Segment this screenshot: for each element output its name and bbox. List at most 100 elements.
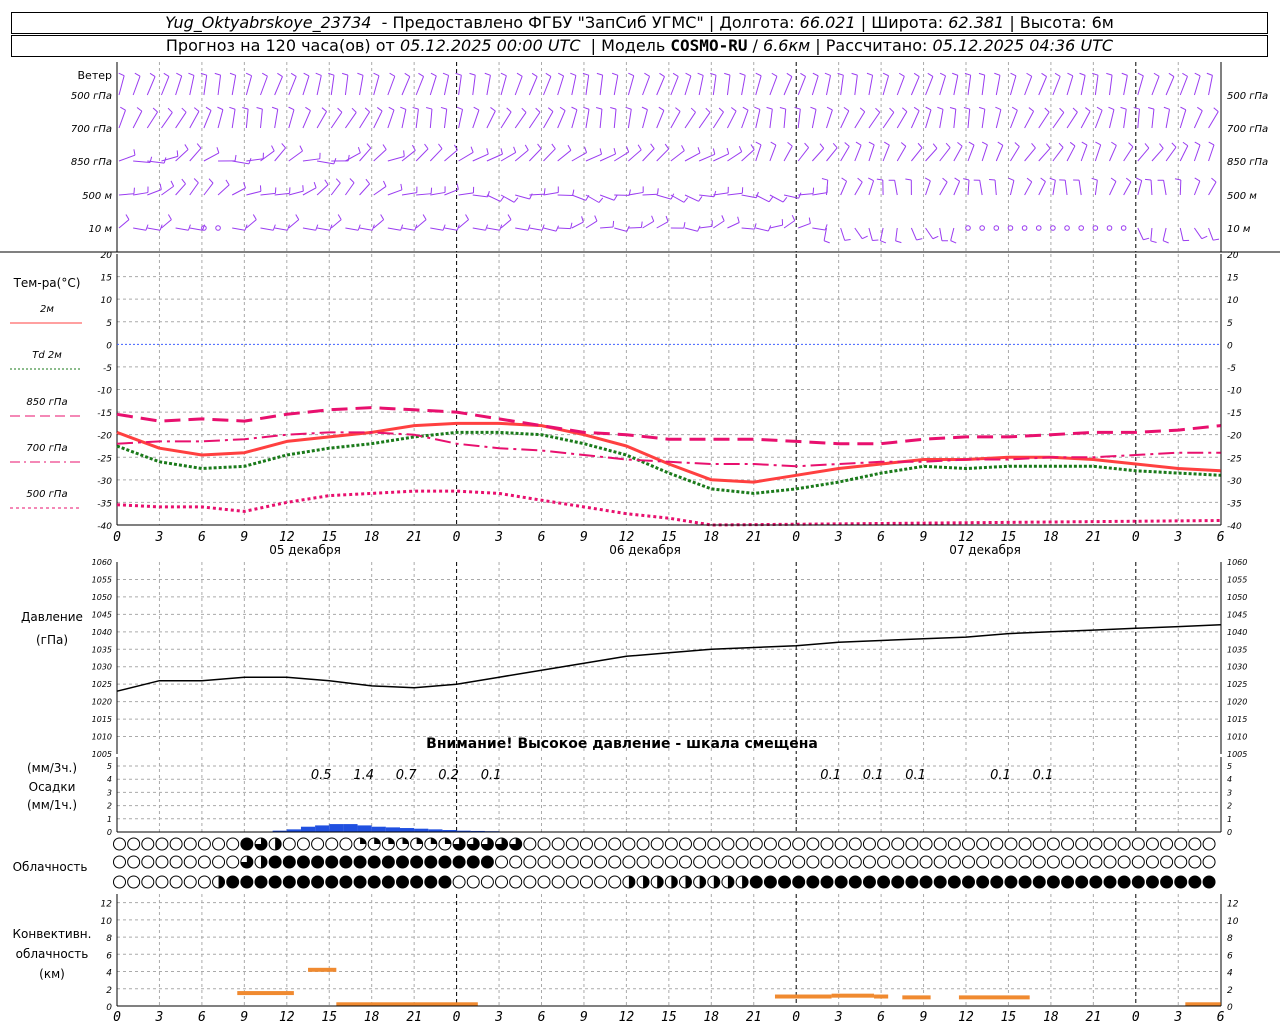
wind-barb-feather bbox=[644, 72, 650, 77]
wind-barb bbox=[429, 75, 437, 96]
date-label: 07 декабря bbox=[949, 543, 1021, 557]
wind-barb bbox=[133, 192, 149, 196]
wind-barb bbox=[359, 75, 364, 96]
wind-barb-feather bbox=[1031, 143, 1036, 149]
calm-wind-marker bbox=[993, 225, 1000, 231]
wind-barb-feather bbox=[205, 106, 212, 111]
wind-barb-feather bbox=[485, 224, 489, 231]
wind-barb bbox=[288, 76, 297, 96]
wind-barb-feather bbox=[422, 214, 427, 220]
cloud-circle bbox=[905, 855, 919, 869]
wind-barb bbox=[755, 194, 770, 203]
wind-barb-feather bbox=[170, 180, 175, 187]
wind-barb-feather bbox=[290, 72, 297, 77]
wind-barb bbox=[1109, 145, 1117, 162]
wind-barb bbox=[628, 191, 644, 196]
temp-time-tick-label: 18 bbox=[364, 530, 380, 545]
cloud-fill-full bbox=[863, 876, 876, 888]
wind-barb-feather bbox=[324, 179, 329, 186]
wind-barb bbox=[231, 109, 236, 129]
precip-tick-right: 1 bbox=[1227, 815, 1232, 824]
wind-barb-feather bbox=[1108, 106, 1115, 110]
cloud-circle bbox=[877, 837, 891, 851]
pressure-tick-right: 1055 bbox=[1227, 575, 1247, 584]
cloud-circle bbox=[608, 875, 622, 889]
wind-barb-feather bbox=[841, 177, 847, 182]
wind-barb-feather bbox=[486, 148, 489, 155]
wind-barb bbox=[288, 150, 303, 162]
wind-barb-feather bbox=[465, 214, 469, 220]
wind-barb-feather bbox=[1194, 141, 1201, 146]
cloud-fill-full bbox=[283, 856, 296, 868]
wind-barb bbox=[401, 227, 415, 231]
wind-barb-feather bbox=[857, 177, 863, 183]
wind-barb bbox=[203, 75, 208, 96]
wind-barb bbox=[994, 180, 997, 196]
wind-barb-feather bbox=[821, 178, 828, 181]
wind-barb bbox=[727, 151, 742, 162]
wind-barb-feather bbox=[712, 148, 716, 155]
cloud-circle bbox=[579, 837, 593, 851]
wind-barb-feather bbox=[217, 106, 224, 111]
wind-barb-feather bbox=[800, 72, 806, 77]
wind-barb bbox=[628, 149, 642, 162]
wind-barb bbox=[1150, 179, 1153, 196]
wind-barb-feather bbox=[1045, 143, 1051, 149]
pressure-tick-left: 1035 bbox=[92, 645, 112, 654]
wind-barb bbox=[260, 76, 268, 96]
wind-barb bbox=[1009, 180, 1015, 196]
wind-level-label-right: 10 м bbox=[1227, 224, 1251, 235]
cloud-fill-full bbox=[962, 876, 975, 888]
cloud-title: Облачность bbox=[13, 860, 88, 874]
wind-barb-feather bbox=[826, 106, 833, 111]
conv-cloud-segment bbox=[831, 993, 875, 998]
cloud-circle bbox=[962, 837, 975, 851]
wind-barb bbox=[543, 227, 557, 232]
wind-barb-feather bbox=[120, 106, 126, 111]
wind-barb bbox=[359, 111, 371, 129]
cloud-circle bbox=[820, 855, 834, 869]
cloud-fill-full bbox=[438, 856, 451, 868]
wind-barb bbox=[1179, 76, 1188, 96]
wind-barb bbox=[755, 109, 761, 129]
precip-3h-label: 0.1 bbox=[990, 768, 1011, 783]
cloud-circle bbox=[226, 837, 240, 851]
wind-barb-feather bbox=[295, 214, 300, 220]
wind-barb-feather bbox=[843, 106, 850, 112]
conv-tick-right: 2 bbox=[1227, 986, 1233, 996]
wind-barb bbox=[1137, 147, 1150, 162]
wind-barb bbox=[981, 75, 986, 96]
wind-barb bbox=[642, 193, 658, 196]
cloud-fill-full bbox=[750, 876, 763, 888]
conv-tick-left: 4 bbox=[106, 969, 112, 979]
precip-3h-label: 0.5 bbox=[311, 768, 332, 783]
cloud-circle bbox=[749, 855, 763, 869]
wind-barb bbox=[189, 227, 203, 231]
wind-barb bbox=[698, 153, 715, 162]
wind-barb bbox=[896, 111, 908, 129]
wind-barb-feather bbox=[844, 142, 850, 147]
wind-barb-feather bbox=[1059, 107, 1065, 113]
wind-barb bbox=[472, 75, 476, 96]
wind-barb bbox=[260, 192, 276, 196]
pressure-tick-left: 1030 bbox=[92, 663, 112, 672]
wind-barb bbox=[245, 75, 253, 96]
wind-barb bbox=[1151, 147, 1164, 162]
wind-barb bbox=[642, 76, 651, 96]
wind-barb bbox=[585, 194, 600, 203]
cloud-circle bbox=[862, 837, 876, 851]
cloud-circle bbox=[947, 837, 961, 851]
precip-tick-right: 3 bbox=[1227, 788, 1232, 797]
calm-wind-marker bbox=[979, 225, 985, 231]
cloud-circle bbox=[792, 855, 806, 869]
wind-barb-feather bbox=[882, 72, 889, 77]
cloud-circle bbox=[806, 837, 820, 851]
wind-barb-feather bbox=[524, 144, 529, 151]
temp-tick-left: -40 bbox=[97, 522, 112, 532]
wind-barb bbox=[585, 75, 590, 96]
wind-barb bbox=[1208, 111, 1219, 129]
precip-tick-left: 3 bbox=[107, 788, 112, 797]
cloud-circle bbox=[735, 855, 749, 869]
wind-barb bbox=[670, 76, 679, 96]
wind-barb bbox=[118, 219, 130, 229]
